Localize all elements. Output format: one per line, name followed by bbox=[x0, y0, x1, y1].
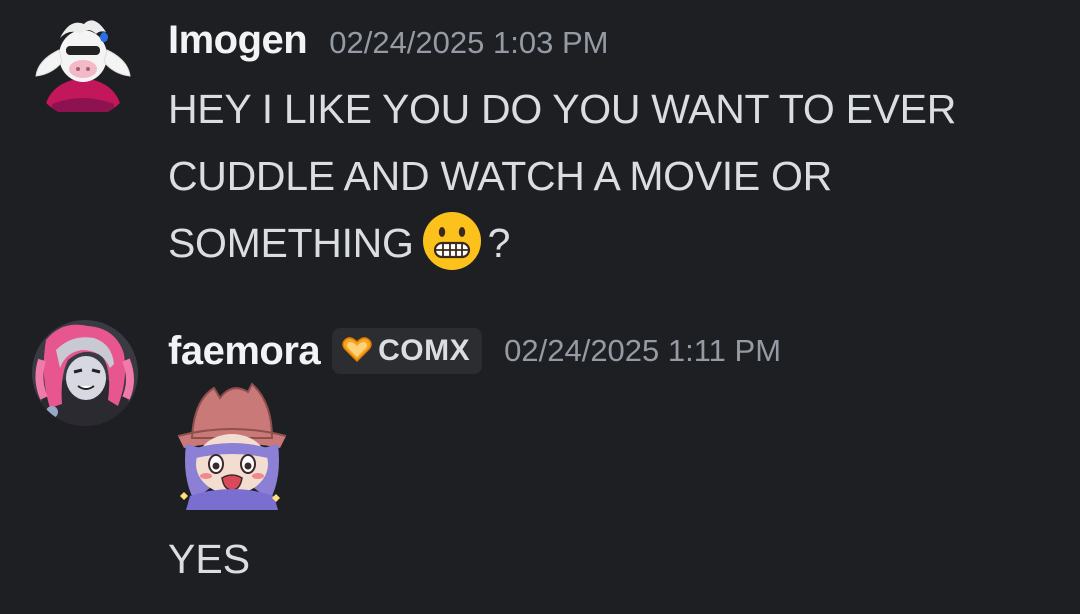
tag-label: COMX bbox=[378, 334, 471, 367]
message-line: CUDDLE AND WATCH A MOVIE OR bbox=[168, 153, 832, 199]
message-line-last: SOMETHING? bbox=[168, 210, 1048, 277]
message-header: faemora COMX 02/24/2025 1:11 PM bbox=[168, 328, 781, 374]
message-line-text: SOMETHING bbox=[168, 220, 414, 266]
purple-hair-hat-character-sticker bbox=[177, 382, 287, 510]
sticker[interactable] bbox=[168, 378, 296, 510]
message-line-suffix: ? bbox=[487, 220, 511, 266]
cow-character-avatar bbox=[30, 12, 136, 118]
grimacing-face-emoji[interactable] bbox=[422, 211, 482, 271]
message-imogen: Imogen 02/24/2025 1:03 PM HEY I LIKE YOU… bbox=[0, 0, 1080, 290]
avatar[interactable] bbox=[30, 12, 136, 118]
message-header: Imogen 02/24/2025 1:03 PM bbox=[168, 18, 608, 63]
message-faemora: faemora COMX 02/24/2025 1:11 PM YES bbox=[0, 310, 1080, 614]
guild-tag[interactable]: COMX bbox=[332, 328, 483, 374]
message-text: YES bbox=[168, 536, 251, 582]
username[interactable]: Imogen bbox=[168, 18, 308, 63]
heart-icon bbox=[342, 336, 372, 367]
timestamp: 02/24/2025 1:11 PM bbox=[504, 333, 782, 368]
avatar[interactable] bbox=[32, 320, 138, 426]
timestamp: 02/24/2025 1:03 PM bbox=[329, 25, 609, 60]
username[interactable]: faemora bbox=[168, 329, 321, 374]
message-content: HEY I LIKE YOU DO YOU WANT TO EVER CUDDL… bbox=[168, 76, 1048, 277]
pink-hair-character-avatar bbox=[32, 320, 138, 426]
message-line: HEY I LIKE YOU DO YOU WANT TO EVER bbox=[168, 86, 957, 132]
